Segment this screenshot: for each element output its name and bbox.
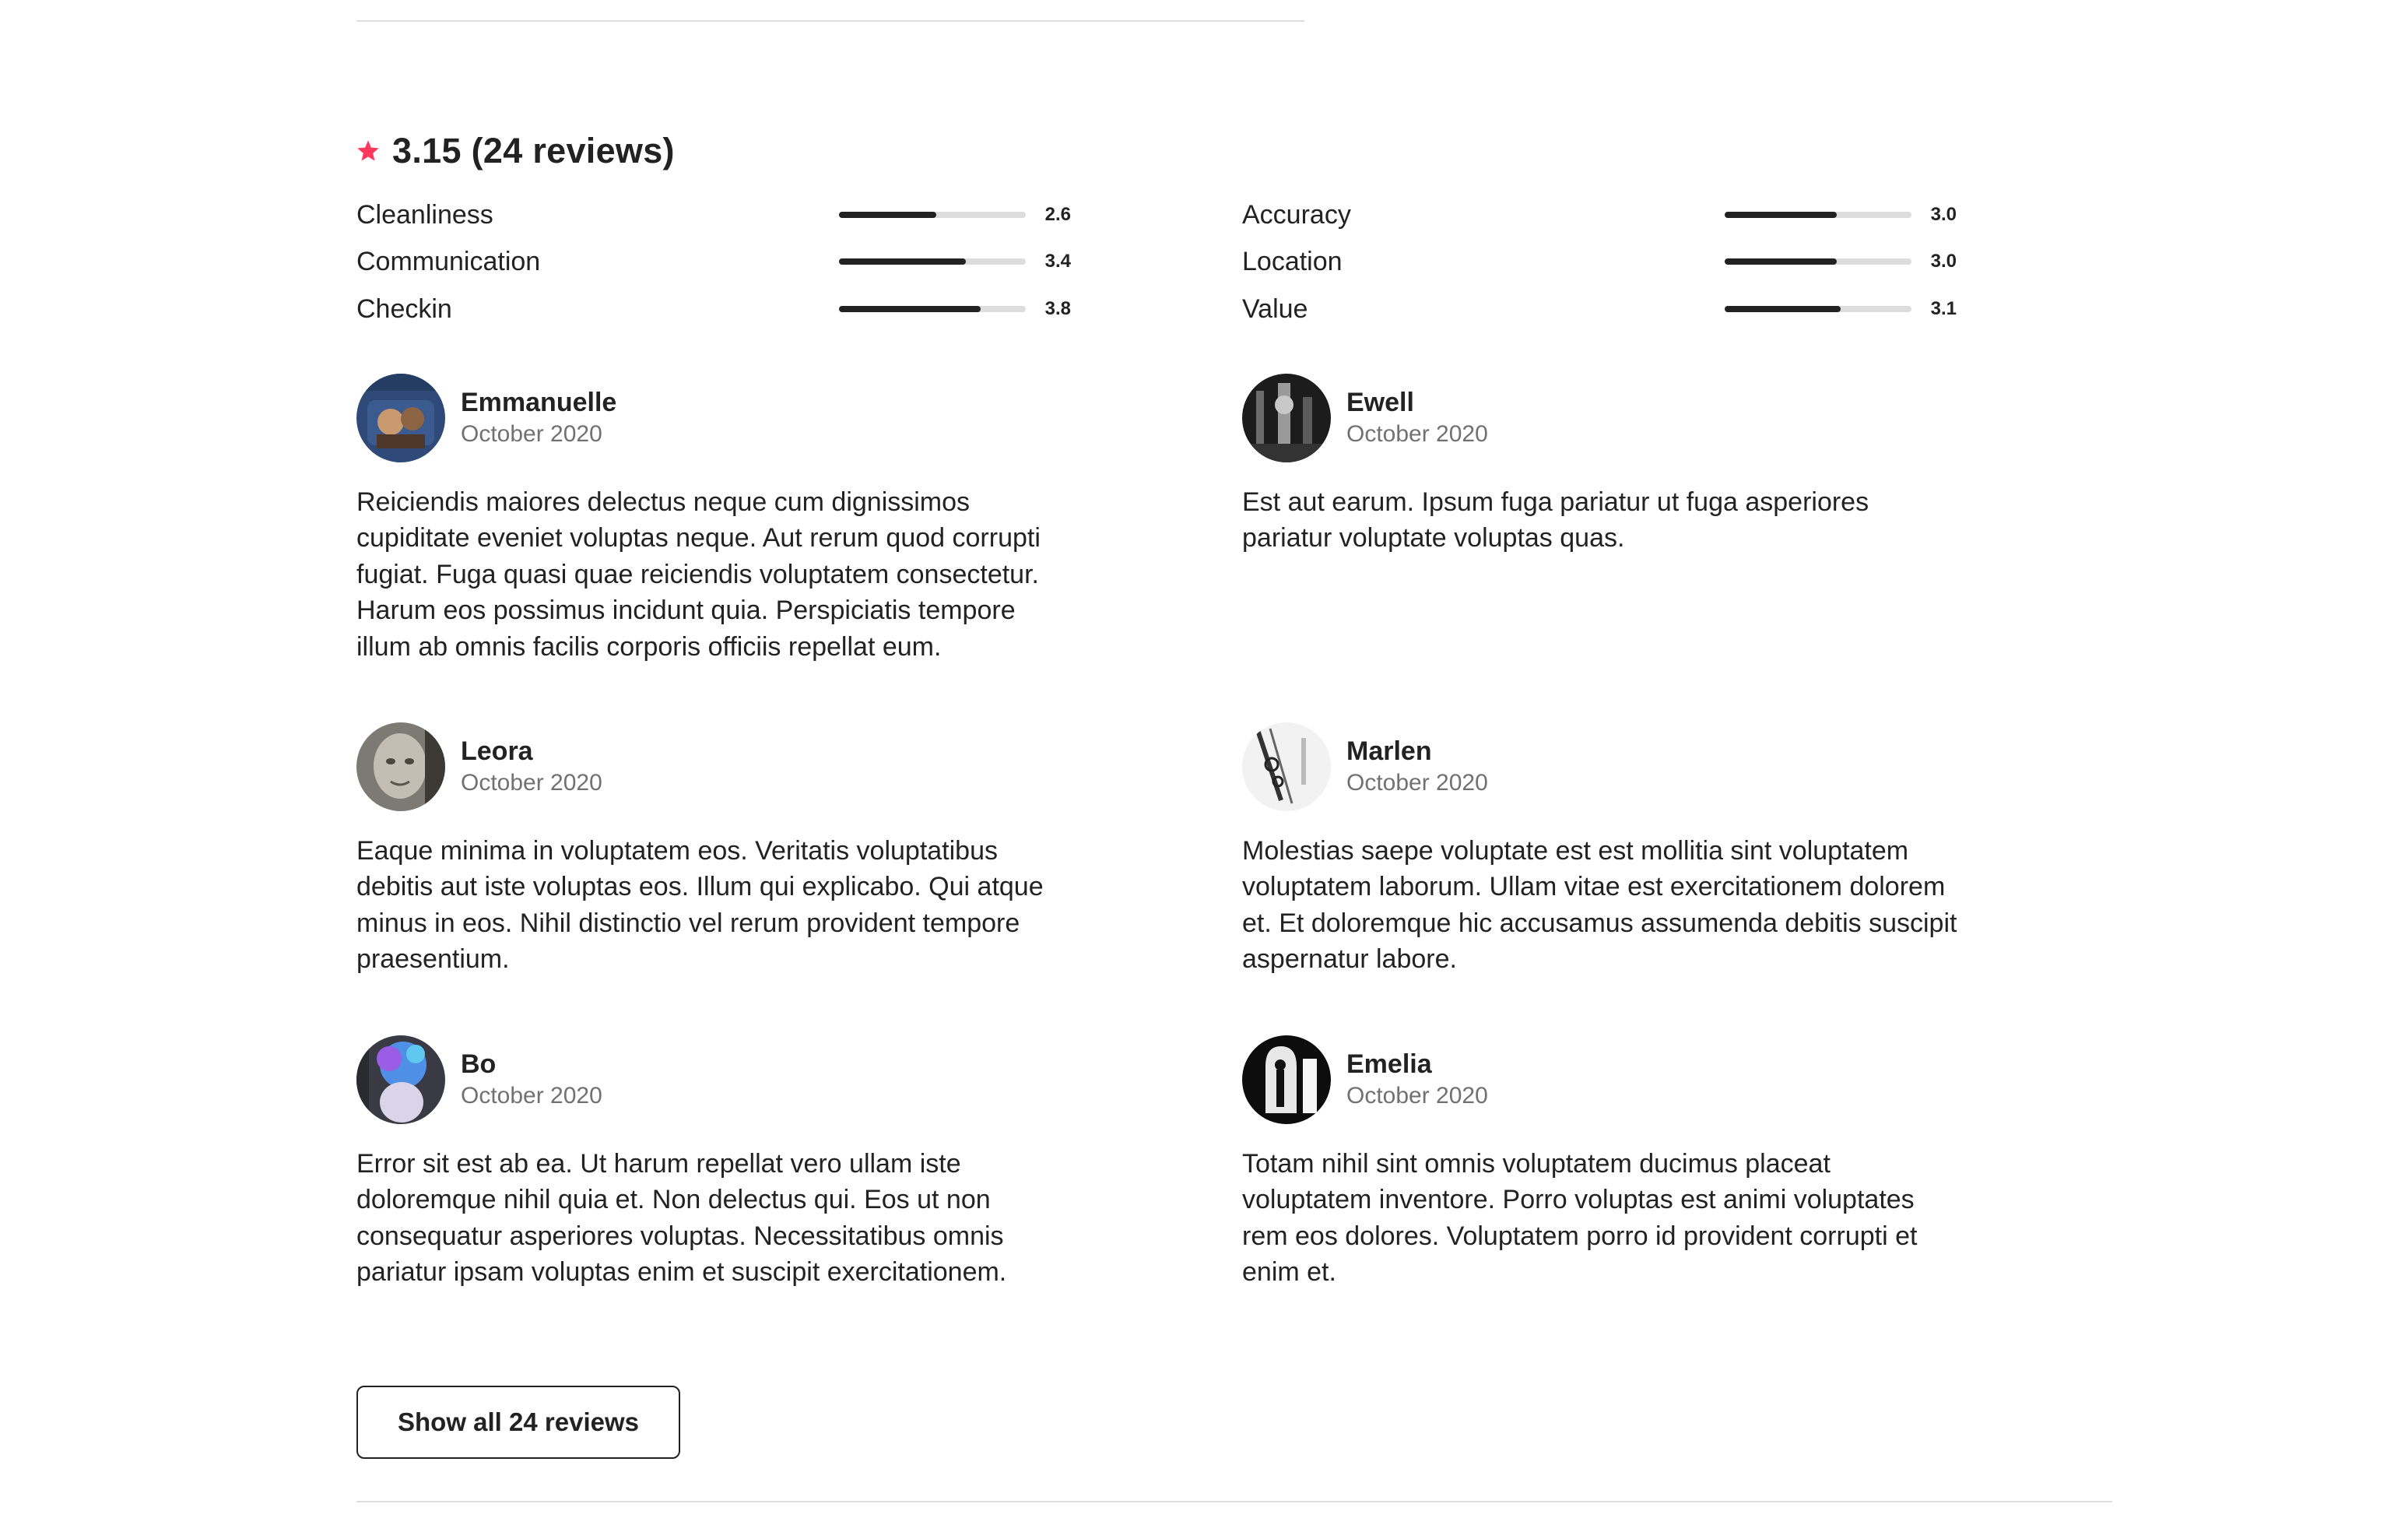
star-icon [357, 140, 379, 161]
section-divider-bottom [356, 1501, 2112, 1502]
review-date: October 2020 [461, 770, 602, 796]
reviewer-name[interactable]: Emelia [1346, 1048, 1488, 1081]
reviewer-meta: Emelia October 2020 [1346, 1048, 1488, 1112]
review-date: October 2020 [461, 421, 602, 447]
avatar[interactable] [1242, 1035, 1331, 1124]
review-item: Emmanuelle October 2020 Reiciendis maior… [356, 374, 1088, 665]
rating-label-accuracy: Accuracy [1242, 199, 1351, 230]
rating-value-checkin: 3.8 [1044, 298, 1071, 319]
rating-value-cleanliness: 2.6 [1044, 204, 1071, 225]
review-item: Bo October 2020 Error sit est ab ea. Ut … [356, 1035, 1088, 1291]
review-date: October 2020 [1346, 1083, 1488, 1109]
rating-row-communication: Communication 3.4 [356, 238, 1071, 285]
rating-bar-accuracy [1725, 212, 1911, 218]
review-item: Emelia October 2020 Totam nihil sint omn… [1242, 1035, 1974, 1291]
avatar[interactable] [1242, 374, 1331, 462]
review-date: October 2020 [1346, 421, 1488, 447]
review-date: October 2020 [461, 1083, 602, 1109]
rating-bar-cleanliness [839, 212, 1026, 218]
reviewer-name[interactable]: Ewell [1346, 386, 1488, 419]
rating-bar-communication [839, 258, 1026, 265]
rating-bar-fill-checkin [839, 306, 981, 312]
avatar[interactable] [356, 1035, 445, 1124]
rating-bar-fill-value [1725, 306, 1841, 312]
review-item: Ewell October 2020 Est aut earum. Ipsum … [1242, 374, 1974, 557]
reviewer-meta: Bo October 2020 [461, 1048, 602, 1112]
reviewer-name[interactable]: Leora [461, 735, 602, 768]
rating-label-location: Location [1242, 246, 1343, 276]
rating-label-communication: Communication [356, 246, 541, 276]
reviewer-meta: Emmanuelle October 2020 [461, 386, 616, 450]
reviewer-name[interactable]: Bo [461, 1048, 602, 1081]
avatar[interactable] [356, 374, 445, 462]
review-header: Marlen October 2020 [1242, 722, 1974, 811]
reviewer-meta: Leora October 2020 [461, 735, 602, 799]
review-header: Bo October 2020 [356, 1035, 1088, 1124]
review-date: October 2020 [1346, 770, 1488, 796]
review-header: Emmanuelle October 2020 [356, 374, 1088, 462]
reviewer-meta: Marlen October 2020 [1346, 735, 1488, 799]
review-header: Leora October 2020 [356, 722, 1088, 811]
avatar[interactable] [1242, 722, 1331, 811]
rating-row-checkin: Checkin 3.8 [356, 286, 1071, 332]
review-text: Reiciendis maiores delectus neque cum di… [356, 487, 1041, 662]
review-item: Leora October 2020 Eaque minima in volup… [356, 722, 1088, 978]
rating-bar-location [1725, 258, 1911, 265]
review-item: Marlen October 2020 Molestias saepe volu… [1242, 722, 1974, 978]
rating-bar-fill-communication [839, 258, 967, 265]
rating-value-value: 3.1 [1930, 298, 1957, 319]
review-text: Eaque minima in voluptatem eos. Veritati… [356, 836, 1044, 975]
rating-label-value: Value [1242, 293, 1308, 324]
reviewer-meta: Ewell October 2020 [1346, 386, 1488, 450]
rating-value-accuracy: 3.0 [1930, 204, 1957, 225]
review-header: Ewell October 2020 [1242, 374, 1974, 462]
rating-summary-text: 3.15 (24 reviews) [392, 131, 675, 170]
section-divider-top [356, 20, 1304, 22]
review-text: Error sit est ab ea. Ut harum repellat v… [356, 1149, 1007, 1288]
review-header: Emelia October 2020 [1242, 1035, 1974, 1124]
rating-value-location: 3.0 [1930, 251, 1957, 272]
reviewer-name[interactable]: Marlen [1346, 735, 1488, 768]
avatar[interactable] [356, 722, 445, 811]
review-text: Molestias saepe voluptate est est mollit… [1242, 836, 1957, 975]
rating-bar-fill-accuracy [1725, 212, 1837, 218]
rating-row-cleanliness: Cleanliness 2.6 [356, 192, 1071, 238]
rating-label-checkin: Checkin [356, 293, 452, 324]
show-all-reviews-button[interactable]: Show all 24 reviews [356, 1386, 680, 1459]
rating-bar-fill-location [1725, 258, 1837, 265]
reviewer-name[interactable]: Emmanuelle [461, 386, 616, 419]
review-text: Totam nihil sint omnis voluptatem ducimu… [1242, 1149, 1918, 1288]
rating-row-value: Value 3.1 [1242, 286, 1957, 332]
review-text: Est aut earum. Ipsum fuga pariatur ut fu… [1242, 487, 1869, 553]
rating-bar-value [1725, 306, 1911, 312]
rating-value-communication: 3.4 [1044, 251, 1071, 272]
rating-label-cleanliness: Cleanliness [356, 199, 493, 230]
rating-row-location: Location 3.0 [1242, 238, 1957, 285]
rating-bar-fill-cleanliness [839, 212, 936, 218]
rating-row-accuracy: Accuracy 3.0 [1242, 192, 1957, 238]
reviews-summary: 3.15 (24 reviews) [356, 126, 675, 176]
rating-bar-checkin [839, 306, 1026, 312]
